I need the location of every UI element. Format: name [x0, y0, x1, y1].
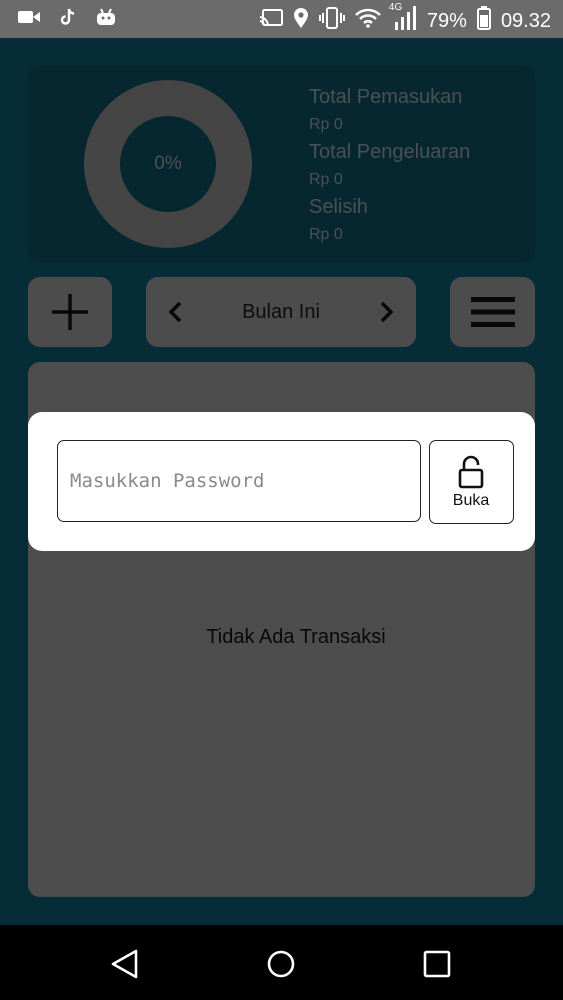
home-icon[interactable]: [266, 949, 296, 979]
battery-percent: 79%: [426, 9, 467, 32]
network-type: 4G: [388, 2, 403, 13]
android-icon: [96, 8, 116, 31]
video-icon: [18, 9, 40, 30]
battery-icon: [476, 6, 491, 36]
status-bar: 4G 79% 09.32: [0, 0, 563, 38]
tiktok-icon: [60, 8, 76, 31]
password-input[interactable]: [57, 440, 421, 522]
back-icon[interactable]: [110, 949, 140, 979]
system-nav-bar: [0, 925, 563, 1000]
cast-icon: [259, 8, 283, 34]
location-icon: [293, 7, 309, 35]
vibrate-icon: [318, 7, 345, 35]
password-dialog: Buka: [28, 412, 535, 551]
unlock-icon: [458, 455, 484, 489]
open-button-label: Buka: [452, 492, 490, 509]
recent-apps-icon[interactable]: [423, 950, 451, 978]
open-button[interactable]: Buka: [429, 440, 514, 524]
signal-icon: 4G: [389, 2, 417, 36]
clock: 09.32: [500, 9, 551, 32]
wifi-icon: [355, 8, 381, 34]
